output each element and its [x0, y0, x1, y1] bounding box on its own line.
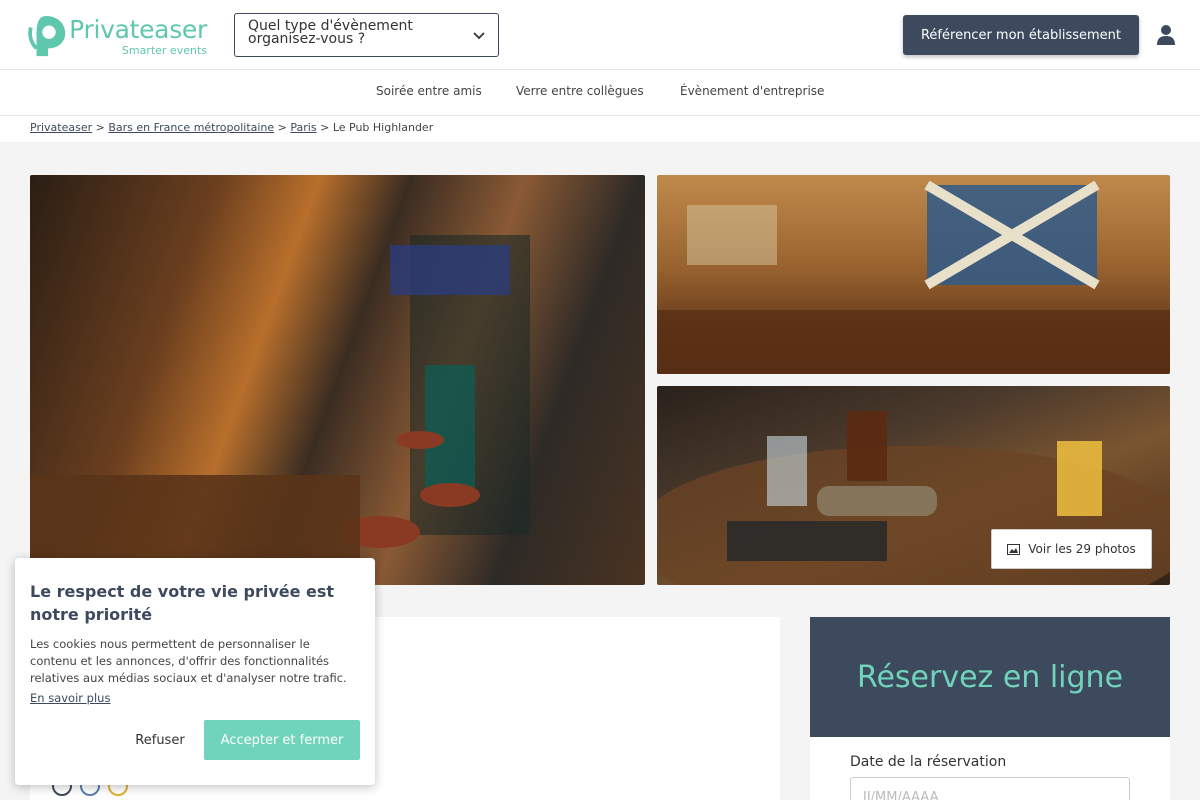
event-type-select[interactable]: Quel type d'évènement organisez-vous ? — [234, 13, 499, 57]
chevron-down-icon — [473, 32, 485, 40]
logo-icon — [28, 15, 66, 57]
breadcrumb-separator: > — [320, 121, 330, 134]
breadcrumb-separator: > — [95, 121, 105, 134]
cookie-accept-button[interactable]: Accepter et fermer — [204, 720, 360, 760]
nav-item-verre-collegues[interactable]: Verre entre collègues — [516, 84, 644, 98]
cookie-title: Le respect de votre vie privée est notre… — [30, 582, 335, 624]
booking-date-label: Date de la réservation — [850, 754, 1007, 770]
booking-panel: Réservez en ligne Date de la réservation… — [810, 617, 1170, 800]
nav-item-evenement-entreprise[interactable]: Évènement d'entreprise — [680, 84, 824, 98]
breadcrumb-link-paris[interactable]: Paris — [290, 121, 316, 134]
logo-name: Privateaser — [69, 14, 207, 44]
logo[interactable]: Privateaser Smarter events — [27, 12, 207, 60]
gallery-photo-main[interactable] — [30, 175, 645, 585]
cookie-refuse-button[interactable]: Refuser — [115, 720, 205, 760]
pub-interior-image — [30, 235, 530, 585]
breadcrumb-current: Le Pub Highlander — [332, 121, 434, 134]
see-all-photos-button[interactable]: Voir les 29 photos — [991, 529, 1152, 569]
breadcrumb-link-bars-france[interactable]: Bars en France métropolitaine — [108, 121, 274, 134]
booking-title: Réservez en ligne — [810, 617, 1170, 737]
see-all-photos-label: Voir les 29 photos — [1028, 542, 1136, 556]
category-nav: Soirée entre amis Verre entre collègues … — [0, 70, 1200, 116]
breadcrumb-link-privateaser[interactable]: Privateaser — [30, 121, 92, 134]
booking-date-input[interactable]: JJ/MM/AAAA — [850, 777, 1130, 800]
nav-item-soiree-amis[interactable]: Soirée entre amis — [376, 84, 482, 98]
breadcrumb: Privateaser > Bars en France métropolita… — [0, 116, 1200, 143]
user-icon[interactable] — [1155, 24, 1177, 46]
cookie-text: Les cookies nous permettent de personnal… — [30, 637, 347, 685]
cookie-consent-banner: Le respect de votre vie privée est notre… — [15, 558, 375, 785]
site-header: Privateaser Smarter events Quel type d'é… — [0, 0, 1200, 70]
cookie-learn-more-link[interactable]: En savoir plus — [30, 691, 110, 705]
gallery-photo-top-right[interactable] — [657, 175, 1170, 374]
breadcrumb-separator: > — [277, 121, 287, 134]
logo-tagline: Smarter events — [121, 43, 207, 57]
image-icon — [1007, 543, 1021, 555]
pub-cellar-image — [657, 180, 1170, 374]
list-establishment-button[interactable]: Référencer mon établissement — [903, 15, 1139, 55]
event-type-select-label: Quel type d'évènement organisez-vous ? — [248, 18, 413, 47]
